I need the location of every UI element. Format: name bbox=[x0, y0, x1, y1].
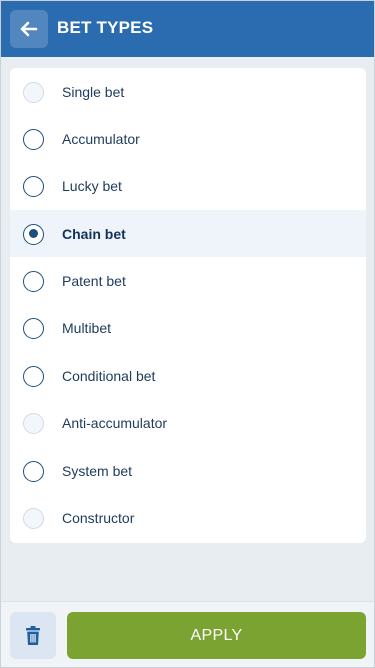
list-item-label: Constructor bbox=[62, 509, 135, 526]
list-item-label: Chain bet bbox=[62, 225, 126, 242]
list-item-label: Accumulator bbox=[62, 130, 140, 147]
apply-button[interactable]: APPLY bbox=[67, 612, 366, 659]
list-item-multibet[interactable]: Multibet bbox=[10, 304, 366, 351]
radio-button[interactable] bbox=[23, 175, 44, 197]
list-item-accumulator[interactable]: Accumulator bbox=[10, 115, 366, 162]
page-title: BET TYPES bbox=[57, 18, 154, 37]
radio-button[interactable] bbox=[23, 317, 44, 339]
back-button[interactable] bbox=[10, 10, 48, 48]
radio-button[interactable] bbox=[23, 507, 44, 529]
radio-button[interactable] bbox=[23, 81, 44, 103]
bet-types-screen: BET TYPES Single bet Accumulator Lucky b… bbox=[0, 0, 375, 668]
list-item-patent-bet[interactable]: Patent bet bbox=[10, 257, 366, 304]
radio-button[interactable] bbox=[23, 460, 44, 482]
radio-button[interactable] bbox=[23, 128, 44, 150]
list-item-constructor[interactable]: Constructor bbox=[10, 494, 366, 541]
radio-button[interactable] bbox=[23, 365, 44, 387]
list-item-label: Multibet bbox=[62, 319, 112, 336]
radio-button[interactable] bbox=[23, 270, 44, 292]
list-item-anti-accumulator[interactable]: Anti-accumulator bbox=[10, 399, 366, 446]
bet-type-list: Single bet Accumulator Lucky bet Chain b… bbox=[10, 68, 366, 543]
list-item-chain-bet[interactable]: Chain bet bbox=[10, 210, 366, 257]
list-item-conditional-bet[interactable]: Conditional bet bbox=[10, 352, 366, 399]
list-item-label: Patent bet bbox=[62, 272, 126, 289]
list-item-label: Conditional bet bbox=[62, 367, 156, 384]
list-item-system-bet[interactable]: System bet bbox=[10, 447, 366, 494]
radio-button[interactable] bbox=[23, 223, 44, 245]
list-item-label: Anti-accumulator bbox=[62, 414, 168, 431]
list-item-lucky-bet[interactable]: Lucky bet bbox=[10, 162, 366, 209]
header-bar: BET TYPES bbox=[1, 1, 374, 57]
footer-bar: APPLY bbox=[1, 601, 374, 667]
list-item-label: Single bet bbox=[62, 83, 125, 100]
arrow-left-icon bbox=[20, 21, 38, 37]
list-item-label: System bet bbox=[62, 462, 133, 479]
clear-button[interactable] bbox=[10, 612, 56, 659]
radio-button[interactable] bbox=[23, 412, 44, 434]
list-item-label: Lucky bet bbox=[62, 177, 122, 194]
list-item-single-bet[interactable]: Single bet bbox=[10, 68, 366, 115]
trash-icon bbox=[26, 625, 40, 645]
